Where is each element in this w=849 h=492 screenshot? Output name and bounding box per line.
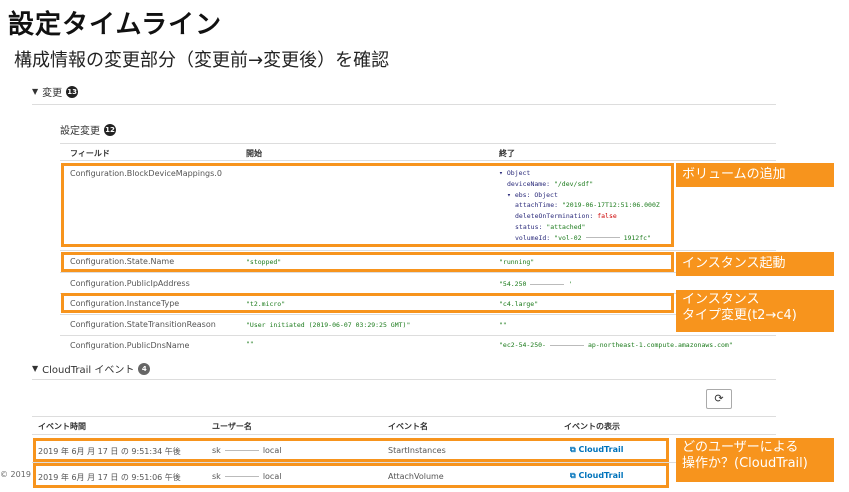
table-top-rule bbox=[60, 143, 776, 144]
highlight-box-state bbox=[61, 252, 674, 272]
config-changes-count-badge: 12 bbox=[104, 123, 116, 136]
config-changes-header: 設定変更 12 bbox=[60, 122, 116, 137]
table-row-start: "User initiated (2019-06-07 03:29:25 GMT… bbox=[246, 321, 411, 329]
redaction-mark bbox=[530, 283, 565, 285]
annotation-instance-start-text: インスタンス起動 bbox=[682, 256, 786, 271]
annotation-type-change-line2: タイプ変更(t2→c4) bbox=[682, 308, 797, 323]
column-header-event-time: イベント時間 bbox=[38, 422, 86, 431]
highlight-box-event-2 bbox=[33, 463, 669, 488]
changes-section-header[interactable]: ▼ 変更 13 bbox=[32, 84, 79, 99]
annotation-who-line2: 操作か？(CloudTrail) bbox=[682, 456, 808, 471]
row-divider bbox=[60, 272, 776, 273]
divider bbox=[32, 379, 776, 380]
column-header-event-name: イベント名 bbox=[388, 422, 428, 431]
column-header-field: フィールド bbox=[70, 149, 110, 158]
annotation-instance-start: インスタンス起動 bbox=[676, 252, 834, 276]
caret-down-icon: ▼ bbox=[32, 364, 39, 373]
table-row-field: Configuration.PublicIpAddress bbox=[70, 279, 190, 288]
highlight-box-volume bbox=[61, 163, 674, 247]
changes-count-badge: 13 bbox=[66, 85, 79, 98]
redaction-mark bbox=[549, 344, 584, 346]
table-row-start: "" bbox=[246, 340, 254, 348]
annotation-type-change-line1: インスタンス bbox=[682, 292, 760, 307]
cloudtrail-label: CloudTrail イベント bbox=[42, 365, 135, 376]
row-divider bbox=[60, 314, 776, 315]
annotation-who-line1: どのユーザーによる bbox=[682, 440, 799, 455]
dns-tail: ap-northeast-1.compute.amazonaws.com" bbox=[587, 341, 733, 349]
dns-prefix: "ec2-54-250- bbox=[499, 341, 546, 349]
config-changes-label: 設定変更 bbox=[60, 126, 100, 137]
cloudtrail-section-header[interactable]: ▼ CloudTrail イベント 4 bbox=[32, 361, 151, 376]
annotation-volume-add: ボリュームの追加 bbox=[676, 163, 834, 187]
public-ip-prefix: "54.250 bbox=[499, 280, 527, 288]
row-divider bbox=[60, 335, 776, 336]
table-top-rule bbox=[32, 416, 776, 417]
slide-title: 設定タイムライン bbox=[8, 10, 223, 40]
table-row-end: "" bbox=[499, 321, 507, 329]
column-header-end: 終了 bbox=[499, 149, 515, 158]
table-header-rule bbox=[60, 160, 776, 161]
copyright: © 2019 bbox=[0, 470, 31, 479]
caret-down-icon: ▼ bbox=[32, 87, 39, 96]
annotation-who: どのユーザーによる 操作か？(CloudTrail) bbox=[676, 438, 834, 482]
table-row-field: Configuration.PublicDnsName bbox=[70, 341, 190, 350]
refresh-button[interactable]: ⟳ bbox=[706, 389, 732, 409]
annotation-type-change: インスタンス タイプ変更(t2→c4) bbox=[676, 290, 834, 332]
column-header-event-view: イベントの表示 bbox=[564, 422, 620, 431]
slide-subtitle: 構成情報の変更部分（変更前→変更後）を確認 bbox=[14, 50, 390, 71]
public-ip-tail: ' bbox=[568, 280, 573, 288]
divider bbox=[32, 104, 776, 105]
table-header-rule bbox=[32, 434, 776, 435]
column-header-user-name: ユーザー名 bbox=[212, 422, 252, 431]
refresh-icon: ⟳ bbox=[714, 392, 724, 405]
cloudtrail-count-badge: 4 bbox=[138, 362, 151, 375]
table-row-end: "54.250 ' bbox=[499, 280, 572, 288]
table-row-end: "ec2-54-250- ap-northeast-1.compute.amazo… bbox=[499, 341, 733, 349]
table-row-field: Configuration.StateTransitionReason bbox=[70, 320, 216, 329]
row-divider bbox=[60, 250, 776, 251]
column-header-start: 開始 bbox=[246, 149, 262, 158]
changes-label: 変更 bbox=[42, 88, 63, 99]
highlight-box-event-1 bbox=[33, 438, 669, 462]
highlight-box-instance-type bbox=[61, 293, 674, 313]
